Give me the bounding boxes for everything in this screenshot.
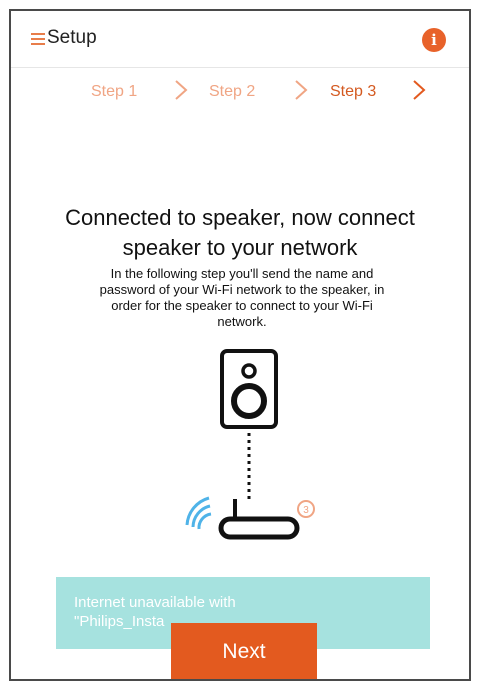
speaker-icon <box>220 349 278 429</box>
info-icon[interactable]: i <box>422 28 446 52</box>
router-badge-number: 3 <box>303 505 309 516</box>
step-2-label: Step 2 <box>209 83 256 100</box>
description: In the following step you'll send the na… <box>55 266 429 330</box>
description-line-2: password of your Wi-Fi network to the sp… <box>99 282 385 297</box>
setup-illustration: 3 <box>185 349 315 540</box>
step-indicator: Step 1 Step 2 Step 3 <box>11 69 469 117</box>
step-1-label: Step 1 <box>91 83 138 100</box>
headline: Connected to speaker, now connect speake… <box>11 203 469 263</box>
chevron-right-icon <box>295 80 308 100</box>
page-title: Setup <box>47 27 97 48</box>
menu-icon[interactable] <box>31 33 45 45</box>
toast-line-1: Internet unavailable with <box>74 594 236 611</box>
description-line-3: order for the speaker to connect to your… <box>111 298 373 313</box>
headline-line-1: Connected to speaker, now connect <box>65 205 415 230</box>
wifi-signal-icon <box>185 496 212 530</box>
next-button[interactable]: Next <box>171 623 317 679</box>
step-3-label: Step 3 <box>330 83 377 100</box>
description-line-4: network. <box>217 314 267 329</box>
headline-line-2: speaker to your network <box>122 235 358 260</box>
router-icon <box>218 499 300 540</box>
app-header: Setup i <box>11 11 469 68</box>
chevron-right-icon[interactable] <box>404 75 434 105</box>
app-screen: Setup i Step 1 Step 2 Step 3 Connected t… <box>9 9 471 681</box>
chevron-right-icon <box>175 80 188 100</box>
description-line-1: In the following step you'll send the na… <box>110 266 374 281</box>
